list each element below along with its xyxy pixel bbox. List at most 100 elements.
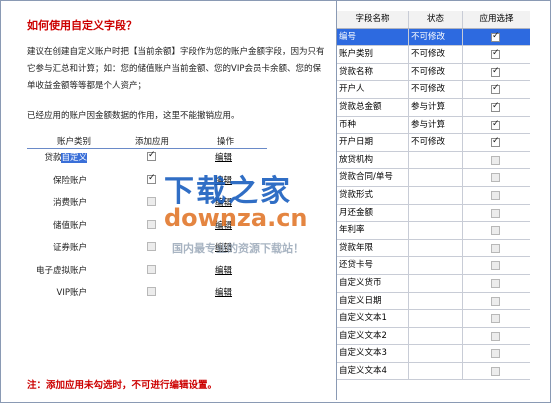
- field-name-cell[interactable]: 贷款合同/单号: [337, 169, 409, 186]
- grid-row[interactable]: 账户类别 不可修改: [337, 46, 530, 64]
- grid-row[interactable]: 自定义文本2: [337, 327, 530, 346]
- field-name-cell[interactable]: 开户日期: [337, 134, 409, 151]
- field-apply-checkbox[interactable]: [491, 173, 500, 183]
- field-apply-cell: [463, 64, 530, 81]
- field-name-cell[interactable]: 放贷机构: [337, 151, 409, 169]
- header-operation: 操作: [217, 137, 235, 147]
- field-status-cell: [409, 222, 463, 239]
- field-apply-cell: [463, 275, 530, 292]
- edit-link[interactable]: 编辑: [215, 286, 232, 298]
- field-name-cell[interactable]: 自定义货币: [337, 274, 409, 292]
- grid-row[interactable]: 贷款总金额 参与计算: [337, 98, 530, 117]
- grid-row[interactable]: 开户人 不可修改: [337, 81, 530, 99]
- field-apply-checkbox[interactable]: [491, 66, 500, 77]
- grid-row[interactable]: 自定义文本3: [337, 345, 530, 363]
- field-name-cell[interactable]: 贷款名称: [337, 63, 409, 81]
- field-status-cell: [409, 257, 463, 274]
- field-apply-checkbox[interactable]: [491, 226, 500, 236]
- field-apply-checkbox[interactable]: [491, 278, 500, 288]
- field-apply-checkbox[interactable]: [491, 296, 500, 306]
- apply-checkbox[interactable]: [147, 287, 156, 296]
- grid-row[interactable]: 月还金额: [337, 204, 530, 223]
- field-status-cell: [409, 204, 463, 222]
- field-apply-checkbox[interactable]: [491, 83, 500, 95]
- field-apply-checkbox[interactable]: [491, 208, 500, 218]
- grid-row[interactable]: 放贷机构: [337, 151, 530, 170]
- field-apply-checkbox[interactable]: [491, 119, 500, 130]
- field-apply-checkbox[interactable]: [491, 349, 500, 359]
- grid-row[interactable]: 币种 参与计算: [337, 116, 530, 135]
- field-apply-cell: [463, 328, 530, 345]
- field-apply-checkbox[interactable]: [491, 331, 500, 341]
- field-name-cell[interactable]: 账户类别: [337, 46, 409, 63]
- watermark-domain: downza.cn: [164, 204, 308, 232]
- grid-row[interactable]: 贷款名称 不可修改: [337, 63, 530, 82]
- account-name: 储值账户: [53, 219, 87, 231]
- grid-row[interactable]: 年利率: [337, 222, 530, 240]
- grid-row[interactable]: 自定义货币: [337, 274, 530, 293]
- grid-row[interactable]: 贷款年限: [337, 239, 530, 258]
- field-apply-checkbox[interactable]: [491, 31, 500, 42]
- field-name-cell[interactable]: 年利率: [337, 222, 409, 239]
- account-name-text: 消费账户: [52, 198, 87, 208]
- field-name-cell[interactable]: 自定义文本4: [337, 362, 409, 380]
- field-apply-checkbox[interactable]: [491, 155, 500, 165]
- field-apply-checkbox[interactable]: [491, 48, 500, 60]
- field-apply-checkbox[interactable]: [491, 190, 500, 200]
- field-apply-checkbox[interactable]: [491, 261, 500, 271]
- account-name-text: 储值账户: [52, 220, 87, 231]
- field-status-cell: 不可修改: [409, 81, 463, 98]
- apply-checkbox[interactable]: [147, 242, 156, 251]
- grid-row[interactable]: 自定义文本4: [337, 362, 530, 381]
- field-name-cell[interactable]: 自定义文本1: [337, 310, 409, 327]
- edit-link[interactable]: 编辑: [215, 151, 232, 163]
- apply-checkbox[interactable]: [147, 173, 156, 184]
- account-name: 证券账户: [53, 241, 87, 253]
- grid-header-status[interactable]: 状态: [409, 11, 463, 28]
- field-apply-checkbox[interactable]: [491, 314, 500, 324]
- field-apply-checkbox[interactable]: [491, 243, 500, 253]
- field-status-cell: [409, 169, 463, 186]
- edit-link[interactable]: 编辑: [215, 264, 232, 276]
- apply-checkbox[interactable]: [147, 150, 156, 161]
- account-name-text: 电子虚拟账户: [35, 265, 87, 276]
- field-name-cell[interactable]: 贷款总金额: [337, 98, 409, 116]
- apply-checkbox[interactable]: [147, 197, 156, 206]
- grid-row[interactable]: 贷款合同/单号: [337, 169, 530, 187]
- grid-row[interactable]: 贷款形式: [337, 186, 530, 205]
- field-status-cell: [409, 310, 463, 327]
- grid-header-apply[interactable]: 应用选择: [463, 11, 530, 28]
- field-apply-checkbox[interactable]: [491, 136, 500, 148]
- field-name-cell[interactable]: 贷款年限: [337, 239, 409, 257]
- account-name-text: 贷款: [44, 153, 62, 163]
- apply-checkbox[interactable]: [147, 219, 156, 229]
- field-name-cell[interactable]: 还贷卡号: [337, 257, 409, 274]
- field-name-cell[interactable]: 自定义文本2: [337, 327, 409, 345]
- account-row: 贷款自定义 编辑: [27, 149, 267, 164]
- field-name-cell[interactable]: 贷款形式: [337, 186, 409, 204]
- apply-checkbox[interactable]: [147, 264, 156, 274]
- field-name-cell[interactable]: 编号: [337, 28, 409, 46]
- account-table-header: 账户类别 添加应用 操作: [27, 133, 267, 149]
- field-name-cell[interactable]: 自定义文本3: [337, 345, 409, 362]
- field-status-cell: [409, 274, 463, 292]
- field-apply-checkbox[interactable]: [491, 366, 500, 376]
- grid-header-name[interactable]: 字段名称: [337, 11, 409, 28]
- account-name-text: VIP账户: [56, 288, 87, 298]
- field-status-cell: [409, 186, 463, 204]
- field-apply-checkbox[interactable]: [491, 101, 500, 112]
- grid-row[interactable]: 开户日期 不可修改: [337, 134, 530, 152]
- field-status-cell: 参与计算: [409, 98, 463, 116]
- field-apply-cell: [463, 117, 530, 134]
- grid-row[interactable]: 自定义文本1: [337, 310, 530, 328]
- grid-row[interactable]: 自定义日期: [337, 292, 530, 311]
- field-apply-cell: [463, 363, 530, 380]
- field-name-cell[interactable]: 月还金额: [337, 204, 409, 222]
- field-name-cell[interactable]: 开户人: [337, 81, 409, 98]
- field-name-cell[interactable]: 币种: [337, 116, 409, 134]
- field-apply-cell: [463, 293, 530, 310]
- grid-row[interactable]: 还贷卡号: [337, 257, 530, 275]
- field-apply-cell: [463, 134, 530, 151]
- field-name-cell[interactable]: 自定义日期: [337, 292, 409, 310]
- grid-row[interactable]: 编号 不可修改: [337, 28, 530, 47]
